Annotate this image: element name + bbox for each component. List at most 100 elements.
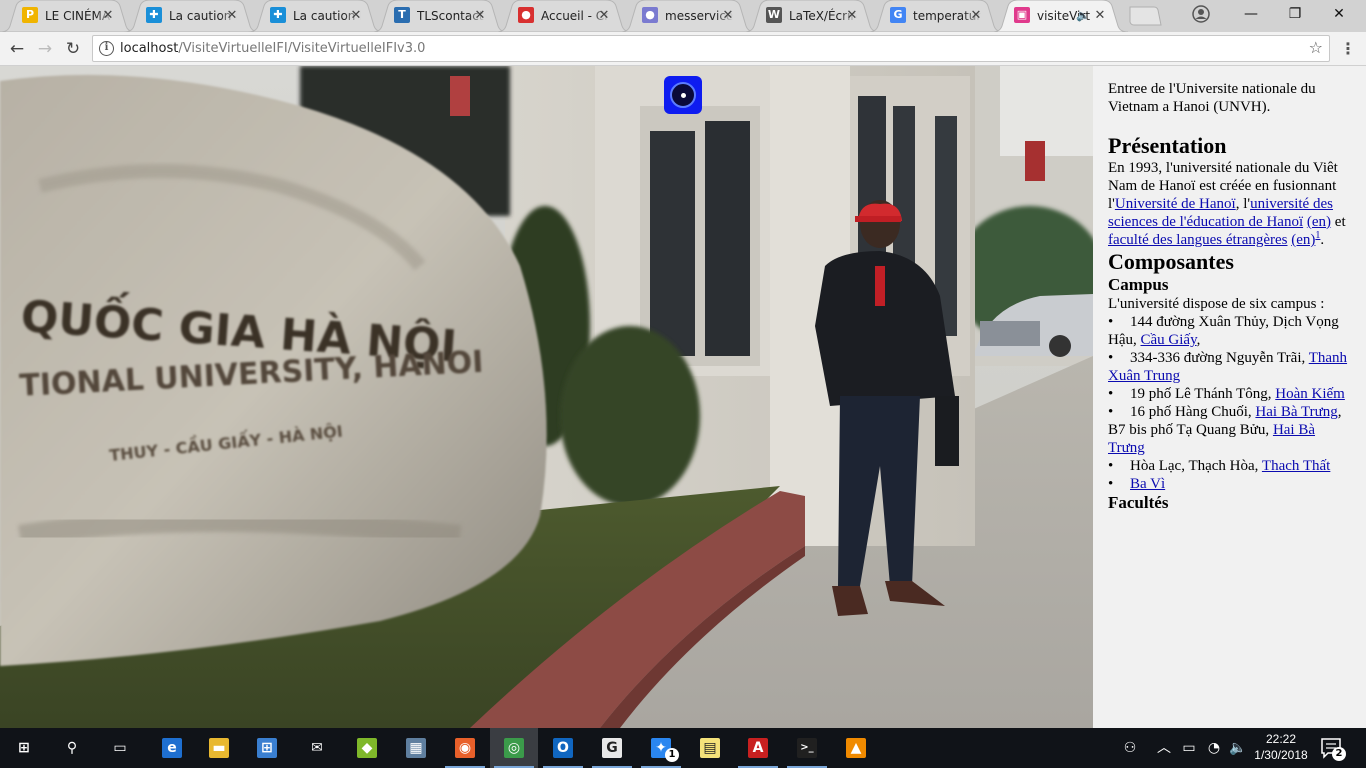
tab-close-icon[interactable]: ✕: [844, 8, 860, 24]
tab-3[interactable]: ✚ La caution l ✕: [248, 0, 384, 32]
chevron-up-icon[interactable]: ︿: [1152, 728, 1176, 768]
url-text[interactable]: localhost/VisiteVirtuelleIFI/VisiteVirtu…: [120, 41, 425, 57]
tab-2[interactable]: ✚ La caution l ✕: [124, 0, 260, 32]
firefox-icon: ◉: [455, 738, 475, 758]
mail-icon: ✉: [311, 740, 323, 756]
chrome-icon: ◎: [504, 738, 524, 758]
tab-close-icon[interactable]: ✕: [348, 8, 364, 24]
campus-address: 16 phố Hàng Chuối,: [1130, 404, 1256, 420]
profile-icon[interactable]: [1192, 5, 1210, 23]
mail-taskbar-button[interactable]: ✉: [293, 728, 341, 768]
campus-link[interactable]: Thach Thất: [1262, 458, 1330, 474]
windows-start-taskbar-button[interactable]: ⊞: [0, 728, 48, 768]
taskbar-clock[interactable]: 22:22 1/30/2018: [1254, 731, 1308, 765]
info-icon[interactable]: i: [99, 41, 114, 56]
browser-toolbar: ← → ↻ i localhost/VisiteVirtuelleIFI/Vis…: [0, 32, 1366, 66]
browser-menu-button[interactable]: ⋮: [1340, 36, 1356, 62]
tab-close-icon[interactable]: ✕: [472, 8, 488, 24]
file-explorer-taskbar-button[interactable]: ▬: [195, 728, 243, 768]
tab-close-icon[interactable]: ✕: [224, 8, 240, 24]
messenger-taskbar-button[interactable]: ✦ 1: [637, 728, 685, 768]
bluestacks-taskbar-button[interactable]: ◆: [343, 728, 391, 768]
battery-icon[interactable]: ▭: [1177, 728, 1201, 768]
facultes-heading: Facultés: [1108, 493, 1169, 512]
action-center-icon[interactable]: [1320, 737, 1342, 759]
site-icon: ▣: [1014, 7, 1030, 23]
search-taskbar-button[interactable]: ⚲: [48, 728, 96, 768]
panorama-viewer[interactable]: QUỐC GIA HÀ NỘI TIONAL UNIVERSITY, HANOI…: [0, 66, 1093, 728]
tab-close-icon[interactable]: ✕: [596, 8, 612, 24]
presentation-text-part: , l': [1235, 196, 1251, 212]
volume-icon[interactable]: 🔈: [1226, 728, 1250, 768]
outlook-taskbar-button[interactable]: O: [539, 728, 587, 768]
sticky-notes-taskbar-button[interactable]: ▤: [686, 728, 734, 768]
forward-button[interactable]: →: [32, 36, 58, 62]
firefox-taskbar-button[interactable]: ◉: [441, 728, 489, 768]
sticky-notes-icon: ▤: [700, 738, 720, 758]
link-universite-hanoi[interactable]: Université de Hanoï: [1115, 196, 1236, 212]
tab-close-icon[interactable]: ✕: [968, 8, 984, 24]
campus-link[interactable]: Hai Bà Trưng: [1255, 404, 1337, 420]
file-explorer-icon: ▬: [209, 738, 229, 758]
list-item: • Hòa Lạc, Thạch Hòa, Thach Thất: [1108, 457, 1351, 475]
tab-strip: P LE CINÉMA ✕ ✚ La caution l ✕ ✚ La caution l ✕ T…: [0, 0, 1366, 32]
address-bar[interactable]: i localhost/VisiteVirtuelleIFI/VisiteVir…: [92, 35, 1330, 62]
tab-8[interactable]: Gtemperature ✕: [868, 0, 1004, 32]
new-tab-button[interactable]: [1126, 6, 1162, 26]
campus-link[interactable]: Hoàn Kiếm: [1275, 386, 1345, 402]
tab-close-icon[interactable]: ✕: [720, 8, 736, 24]
chrome-taskbar-button[interactable]: ◎: [490, 728, 538, 768]
maximize-button[interactable]: ❐: [1272, 0, 1318, 28]
bullet: •: [1108, 314, 1114, 330]
tab-6[interactable]: ● messervices ✕: [620, 0, 756, 32]
red-circle-icon: ●: [518, 7, 534, 23]
outlook-icon: O: [553, 738, 573, 758]
list-item: • 16 phố Hàng Chuối, Hai Bà Trưng, B7 bis…: [1108, 403, 1351, 457]
store-icon: ⊞: [257, 738, 277, 758]
store-taskbar-button[interactable]: ⊞: [243, 728, 291, 768]
tab-4[interactable]: T TLScontact ✕: [372, 0, 508, 32]
google-taskbar-button[interactable]: G: [588, 728, 636, 768]
link-faculte-langues[interactable]: faculté des langues étrangères: [1108, 232, 1288, 248]
tab-close-icon[interactable]: ✕: [1092, 8, 1108, 24]
close-window-button[interactable]: ✕: [1316, 0, 1362, 28]
link-en-1[interactable]: (en): [1307, 214, 1331, 230]
compass-icon: [670, 82, 696, 108]
bluestacks-icon: ◆: [357, 738, 377, 758]
photos-taskbar-button[interactable]: ▦: [392, 728, 440, 768]
link-en-2[interactable]: (en): [1291, 232, 1315, 248]
campus-address: Hòa Lạc, Thạch Hòa,: [1130, 458, 1262, 474]
compass-hotspot-button[interactable]: [664, 76, 702, 114]
edge-icon: e: [162, 738, 182, 758]
terminal-taskbar-button[interactable]: >_: [783, 728, 831, 768]
people-icon[interactable]: ⚇: [1118, 728, 1142, 768]
photos-icon: ▦: [406, 738, 426, 758]
back-button[interactable]: ←: [4, 36, 30, 62]
tab-1[interactable]: P LE CINÉMA ✕: [0, 0, 136, 32]
tab-close-icon[interactable]: ✕: [100, 8, 116, 24]
reload-button[interactable]: ↻: [60, 36, 86, 62]
vlc-taskbar-button[interactable]: ▲: [832, 728, 880, 768]
google-icon: G: [602, 738, 622, 758]
minimize-button[interactable]: —: [1228, 0, 1274, 28]
puzzle-icon: ✚: [146, 7, 162, 23]
edge-taskbar-button[interactable]: e: [148, 728, 196, 768]
tls-icon: T: [394, 7, 410, 23]
dots-icon: ●: [642, 7, 658, 23]
task-view-taskbar-button[interactable]: ▭: [96, 728, 144, 768]
bullet: •: [1108, 458, 1114, 474]
campus-address: 334-336 đường Nguyễn Trãi,: [1130, 350, 1309, 366]
tab-5[interactable]: ● Accueil - Cr ✕: [496, 0, 632, 32]
presentation-text-part: .: [1320, 232, 1325, 248]
campus-link[interactable]: Cầu Giấy: [1141, 332, 1197, 348]
tab-9[interactable]: ▣ visiteVirt 🔈 ✕: [992, 0, 1128, 32]
presentation-text-part: et: [1331, 214, 1346, 230]
tab-audio-icon[interactable]: 🔈: [1076, 8, 1090, 24]
campus-link[interactable]: Ba Vì: [1130, 476, 1165, 492]
clock-time: 22:22: [1265, 732, 1297, 746]
tab-7[interactable]: W LaTeX/Écrire ✕: [744, 0, 880, 32]
acrobat-taskbar-button[interactable]: A: [734, 728, 782, 768]
wifi-icon[interactable]: ◔: [1202, 728, 1226, 768]
campus-address: 19 phố Lê Thánh Tông,: [1130, 386, 1276, 402]
bookmark-star-icon[interactable]: ☆: [1309, 39, 1323, 57]
